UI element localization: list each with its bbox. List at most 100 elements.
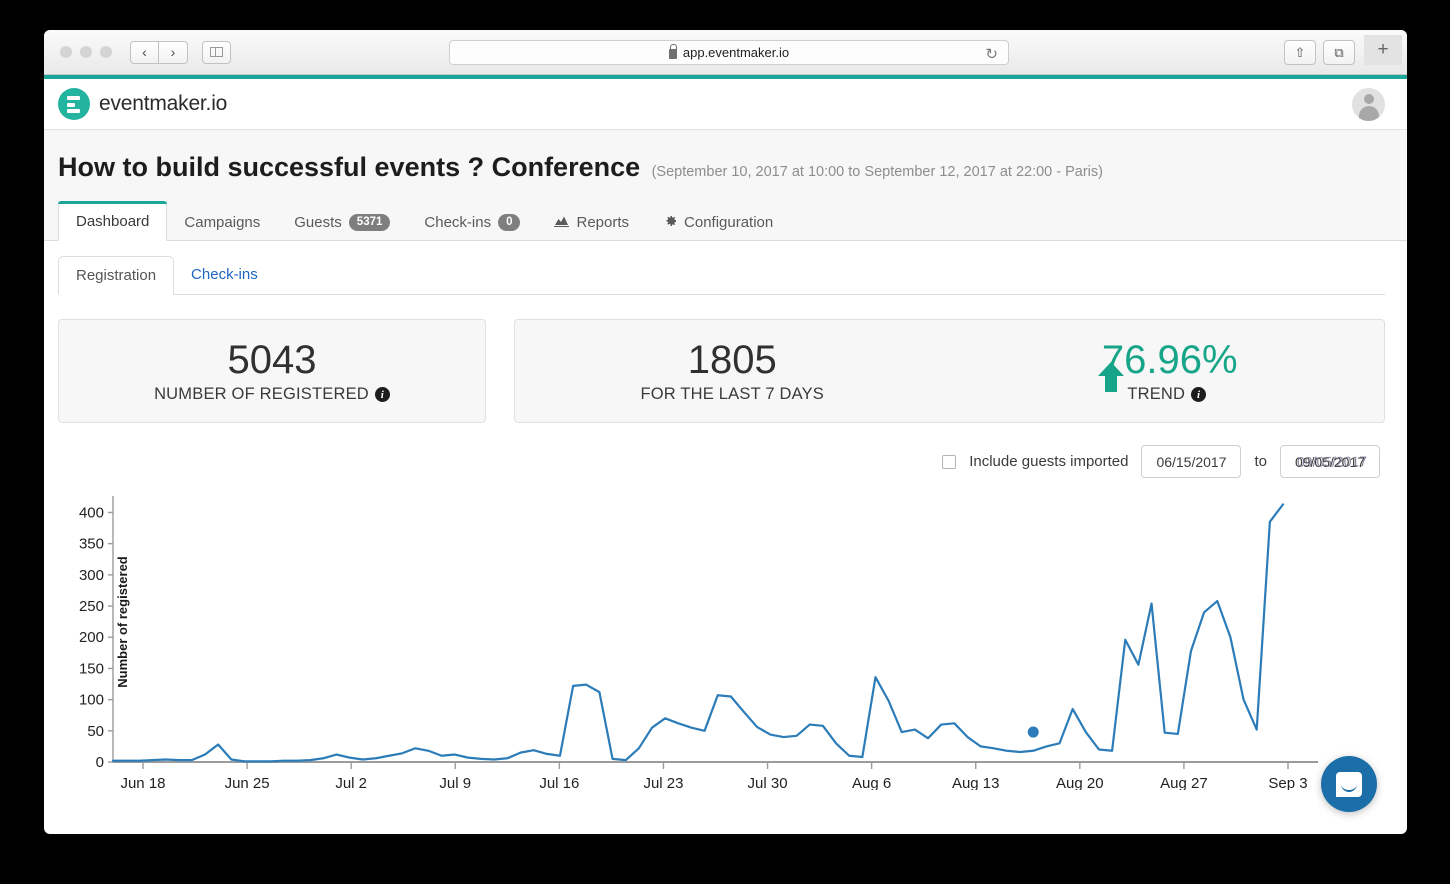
last7-value: 1805 bbox=[515, 338, 950, 382]
tab-configuration-label: Configuration bbox=[684, 214, 773, 231]
registered-card: 5043 NUMBER OF REGISTERED i bbox=[58, 319, 486, 423]
share-button[interactable]: ⇧ bbox=[1284, 40, 1316, 65]
svg-text:100: 100 bbox=[79, 692, 104, 709]
svg-text:Jun 18: Jun 18 bbox=[120, 775, 165, 790]
svg-text:250: 250 bbox=[79, 598, 104, 615]
svg-text:Jul 23: Jul 23 bbox=[643, 775, 683, 790]
svg-text:Aug 6: Aug 6 bbox=[852, 775, 891, 790]
tab-configuration[interactable]: Configuration bbox=[646, 203, 790, 241]
registration-chart: 050100150200250300350400Number of regist… bbox=[58, 490, 1385, 790]
last7-label-row: FOR THE LAST 7 DAYS bbox=[515, 385, 950, 404]
last7-label: FOR THE LAST 7 DAYS bbox=[640, 385, 824, 404]
date-range-separator: to bbox=[1254, 453, 1267, 470]
new-tab-button[interactable]: + bbox=[1364, 35, 1402, 65]
url-text: app.eventmaker.io bbox=[683, 45, 789, 60]
registered-label-row: NUMBER OF REGISTERED i bbox=[59, 385, 485, 404]
svg-text:50: 50 bbox=[87, 723, 104, 740]
plus-icon: + bbox=[1377, 39, 1388, 61]
svg-text:350: 350 bbox=[79, 536, 104, 553]
tab-campaigns[interactable]: Campaigns bbox=[167, 203, 277, 241]
chart-icon bbox=[554, 215, 569, 230]
avatar-body-icon bbox=[1359, 106, 1379, 121]
tab-reports-label: Reports bbox=[576, 214, 629, 231]
chart-filters: Include guests imported 06/15/2017 to 09… bbox=[58, 445, 1385, 478]
svg-text:Jul 2: Jul 2 bbox=[335, 775, 367, 790]
avatar-head-icon bbox=[1364, 94, 1374, 104]
chevron-left-icon: ‹ bbox=[142, 44, 147, 60]
tab-guests[interactable]: Guests 5371 bbox=[277, 203, 407, 241]
svg-text:Aug 20: Aug 20 bbox=[1056, 775, 1104, 790]
lock-icon bbox=[669, 49, 677, 59]
svg-text:Number of registered: Number of registered bbox=[115, 556, 130, 688]
include-imported-checkbox[interactable] bbox=[942, 455, 956, 469]
sidebar-toggle-button[interactable] bbox=[202, 41, 231, 64]
svg-text:150: 150 bbox=[79, 660, 104, 677]
svg-text:Aug 13: Aug 13 bbox=[952, 775, 1000, 790]
date-to-input[interactable]: 09/05/2017 09/05/2017 bbox=[1280, 445, 1380, 478]
subtab-registration-label: Registration bbox=[76, 267, 156, 284]
window-controls[interactable] bbox=[60, 46, 112, 58]
tab-dashboard[interactable]: Dashboard bbox=[58, 201, 167, 241]
tab-dashboard-label: Dashboard bbox=[76, 213, 149, 230]
date-to-value-ghost: 09/05/2017 bbox=[1283, 453, 1381, 470]
registered-value: 5043 bbox=[59, 338, 485, 382]
intercom-chat-button[interactable] bbox=[1321, 756, 1377, 812]
svg-text:Jul 30: Jul 30 bbox=[748, 775, 788, 790]
svg-text:Jun 25: Jun 25 bbox=[225, 775, 270, 790]
tab-reports[interactable]: Reports bbox=[537, 203, 646, 241]
dashboard-subtabs: Registration Check-ins bbox=[58, 255, 1385, 295]
svg-text:Sep 3: Sep 3 bbox=[1268, 775, 1307, 790]
svg-text:Jul 16: Jul 16 bbox=[539, 775, 579, 790]
info-icon[interactable]: i bbox=[375, 387, 390, 402]
screenshot-root: ‹ › app.eventmaker.io ↻ ⇧ ⧉ + bbox=[0, 0, 1450, 884]
chat-bubble-icon bbox=[1336, 772, 1362, 797]
checkins-count-badge: 0 bbox=[498, 214, 520, 231]
subtab-checkins-label: Check-ins bbox=[191, 266, 258, 283]
brand-logo[interactable]: eventmaker.io bbox=[58, 88, 227, 120]
svg-text:Jul 9: Jul 9 bbox=[439, 775, 471, 790]
last7-metric: 1805 FOR THE LAST 7 DAYS bbox=[515, 338, 950, 404]
address-bar-content: app.eventmaker.io bbox=[669, 45, 789, 60]
event-header: How to build successful events ? Confere… bbox=[44, 130, 1407, 241]
svg-text:300: 300 bbox=[79, 567, 104, 584]
show-tabs-button[interactable]: ⧉ bbox=[1323, 40, 1355, 65]
svg-text:Aug 27: Aug 27 bbox=[1160, 775, 1208, 790]
page-title-row: How to build successful events ? Confere… bbox=[58, 152, 1385, 183]
address-bar[interactable]: app.eventmaker.io ↻ bbox=[449, 40, 1009, 65]
registered-label: NUMBER OF REGISTERED bbox=[154, 385, 369, 404]
main-tabs: Dashboard Campaigns Guests 5371 Check-in… bbox=[58, 200, 1385, 240]
reload-icon[interactable]: ↻ bbox=[985, 45, 998, 63]
guests-count-badge: 5371 bbox=[349, 214, 391, 231]
gear-icon bbox=[663, 214, 677, 231]
tab-guests-label: Guests bbox=[294, 214, 342, 231]
maximize-window-button[interactable] bbox=[100, 46, 112, 58]
trend-label-row: TREND i bbox=[950, 385, 1385, 404]
date-from-input[interactable]: 06/15/2017 bbox=[1141, 445, 1241, 478]
chevron-right-icon: › bbox=[171, 44, 176, 60]
tab-checkins[interactable]: Check-ins 0 bbox=[407, 203, 537, 241]
minimize-window-button[interactable] bbox=[80, 46, 92, 58]
subtab-checkins[interactable]: Check-ins bbox=[174, 256, 275, 295]
chrome-right-controls: ⇧ ⧉ + bbox=[1284, 40, 1402, 65]
close-window-button[interactable] bbox=[60, 46, 72, 58]
registration-line-chart: 050100150200250300350400Number of regist… bbox=[58, 490, 1378, 790]
tab-checkins-label: Check-ins bbox=[424, 214, 491, 231]
navigation-buttons: ‹ › bbox=[130, 41, 188, 64]
avatar[interactable] bbox=[1352, 88, 1385, 121]
forward-button[interactable]: › bbox=[159, 41, 188, 64]
browser-toolbar: ‹ › app.eventmaker.io ↻ ⇧ ⧉ + bbox=[44, 30, 1407, 75]
trend-label: TREND bbox=[1127, 385, 1185, 404]
trend-value-row: 76.96% bbox=[950, 338, 1385, 382]
event-date-location: (September 10, 2017 at 10:00 to Septembe… bbox=[652, 164, 1103, 180]
share-icon: ⇧ bbox=[1295, 45, 1306, 61]
tabs-icon: ⧉ bbox=[1334, 45, 1343, 61]
trend-metric: 76.96% TREND i bbox=[950, 338, 1385, 404]
back-button[interactable]: ‹ bbox=[130, 41, 159, 64]
subtab-registration[interactable]: Registration bbox=[58, 256, 174, 295]
browser-window: ‹ › app.eventmaker.io ↻ ⇧ ⧉ + bbox=[44, 30, 1407, 834]
trend-card: 1805 FOR THE LAST 7 DAYS 76. bbox=[514, 319, 1385, 423]
stat-cards: 5043 NUMBER OF REGISTERED i 1805 FOR THE… bbox=[58, 319, 1385, 423]
page-title: How to build successful events ? Confere… bbox=[58, 152, 640, 182]
tab-campaigns-label: Campaigns bbox=[184, 214, 260, 231]
info-icon[interactable]: i bbox=[1191, 387, 1206, 402]
